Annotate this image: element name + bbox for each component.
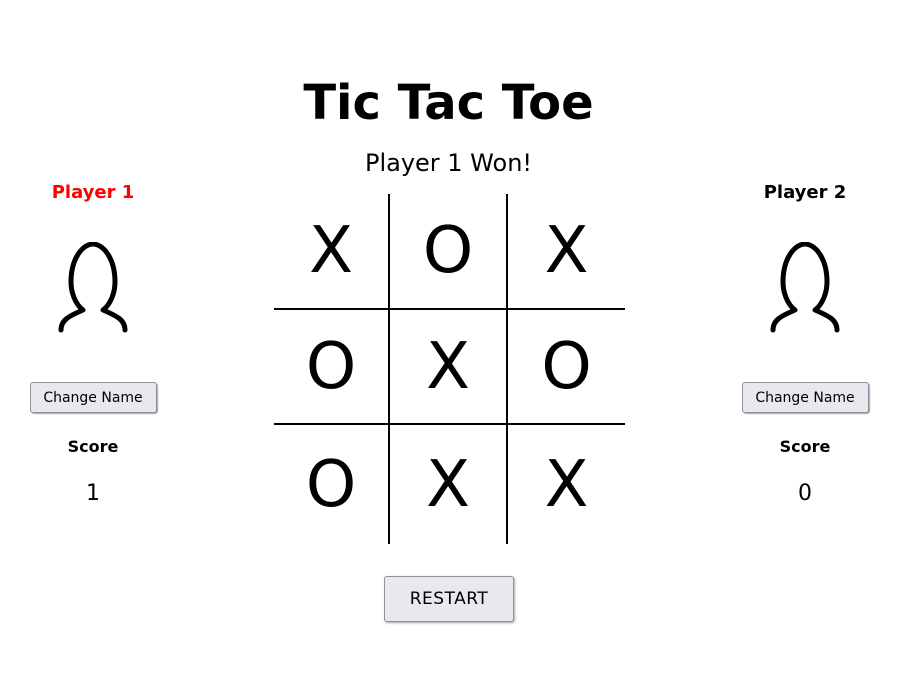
- score-value-player-1: 1: [86, 481, 100, 506]
- game-board: X O X O X O O X X: [274, 194, 625, 544]
- tic-tac-toe-page: Tic Tac Toe Player 1 Won! Player 1 Chang…: [0, 0, 915, 677]
- player-1-name: Player 1: [51, 182, 135, 203]
- player-1-panel: Player 1 Change Name Score 1: [18, 180, 168, 508]
- board-cell[interactable]: X: [390, 425, 508, 544]
- board-cell[interactable]: X: [508, 425, 625, 544]
- user-outline-icon: [58, 242, 128, 333]
- board-cell[interactable]: X: [508, 194, 625, 310]
- change-name-button-player-2[interactable]: Change Name: [741, 382, 869, 413]
- board-cell[interactable]: X: [274, 194, 390, 310]
- player-2-panel: Player 2 Change Name Score 0: [730, 180, 880, 508]
- score-label-player-1: Score: [67, 437, 119, 456]
- board-cell[interactable]: O: [274, 310, 390, 425]
- player-2-name: Player 2: [763, 182, 847, 203]
- score-value-player-2: 0: [798, 481, 812, 506]
- board-cell[interactable]: O: [390, 194, 508, 310]
- restart-button[interactable]: RESTART: [384, 576, 514, 622]
- user-outline-icon: [770, 242, 840, 333]
- score-label-player-2: Score: [779, 437, 831, 456]
- board-cell[interactable]: X: [390, 310, 508, 425]
- page-title: Tic Tac Toe: [303, 75, 594, 131]
- change-name-button-player-1[interactable]: Change Name: [29, 382, 157, 413]
- board-cell[interactable]: O: [508, 310, 625, 425]
- game-status: Player 1 Won!: [364, 149, 533, 177]
- board-cell[interactable]: O: [274, 425, 390, 544]
